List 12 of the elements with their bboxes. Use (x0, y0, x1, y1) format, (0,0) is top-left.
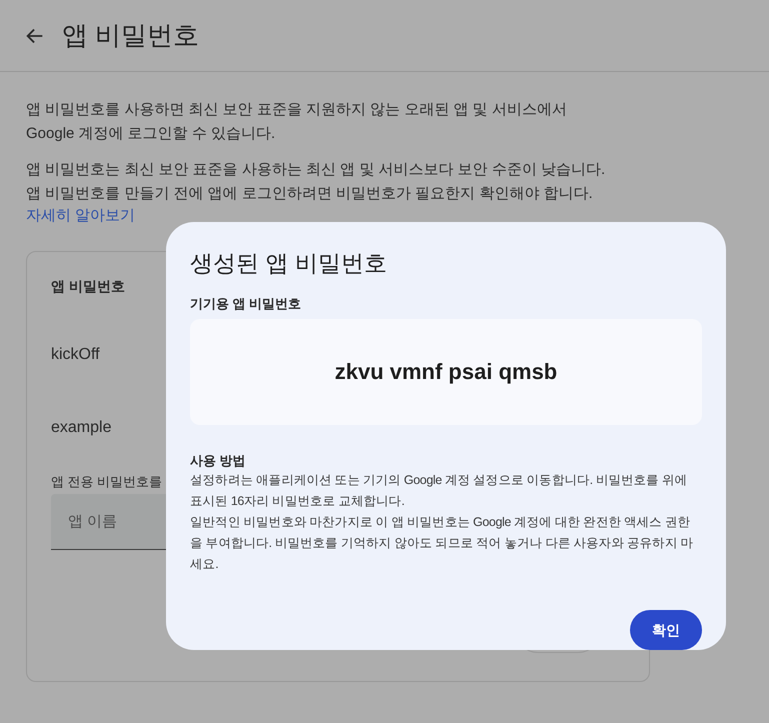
app-name: example (51, 418, 112, 438)
howto-text: 일반적인 비밀번호와 마찬가지로 이 앱 비밀번호는 Google 계정에 대한 완전한 액세스 권한을 부여합니다. 비밀번호를 기억하지 않아도 되므로 적어 놓거나 다른 사용자와 공유하지 마세요. (190, 514, 694, 573)
generated-password: zkvu vmnf psai qmsb (334, 358, 558, 386)
intro-text: 앱 비밀번호는 최신 보안 표준을 사용하는 최신 앱 및 서비스보다 보안 수준이 낮습니다. 앱 비밀번호를 만들기 전에 앱에 로그인하려면 비밀번호가 필요한지 확인해야 합니다. (26, 160, 606, 204)
intro-text: 앱 비밀번호를 사용하면 최신 보안 표준을 지원하지 않는 오래된 앱 및 서비스에서 Google 계정에 로그인할 수 있습니다. (26, 100, 568, 144)
howto-text: 설정하려는 애플리케이션 또는 기기의 Google 계정 설정으로 이동합니다. 비밀번호를 위에 표시된 16자리 비밀번호로 교체합니다. (190, 472, 688, 510)
card-title: 앱 비밀번호 (51, 277, 126, 296)
create-label: 앱 전용 비밀번호를 (51, 473, 162, 491)
page-title: 앱 비밀번호 (62, 19, 200, 52)
password-label: 기기용 앱 비밀번호 (190, 295, 302, 313)
dialog-title: 생성된 앱 비밀번호 (190, 249, 388, 278)
howto-title: 사용 방법 (190, 452, 247, 470)
